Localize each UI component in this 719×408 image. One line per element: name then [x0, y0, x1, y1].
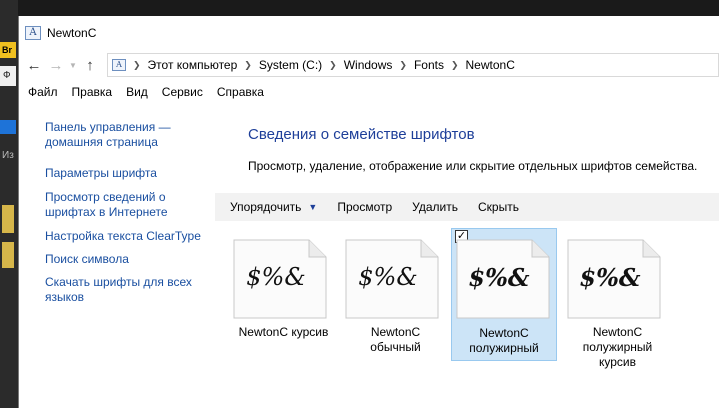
font-item-label: NewtonC обычный [370, 325, 421, 354]
up-arrow-icon: ↑ [86, 56, 94, 74]
sidebar-link-online-font-info[interactable]: Просмотр сведений о шрифтах в Интернете [45, 190, 210, 220]
window-title: NewtonC [47, 26, 97, 40]
background-text-fragment: Из [2, 150, 14, 161]
menu-bar: Файл Правка Вид Сервис Справка [19, 80, 719, 104]
font-file-icon: $%& [456, 239, 551, 319]
forward-arrow-icon: → [48, 56, 64, 74]
font-folder-icon: A [112, 59, 126, 71]
font-file-icon: $%& [233, 239, 328, 319]
hide-button[interactable]: Скрыть [478, 200, 519, 214]
breadcrumb-windows[interactable]: Windows [344, 58, 393, 72]
breadcrumb-fonts[interactable]: Fonts [414, 58, 444, 72]
breadcrumb-separator-icon[interactable]: ❯ [244, 60, 252, 71]
font-sample-text: $%& [246, 263, 306, 291]
font-item-bold[interactable]: ✓ $%& NewtonC полужирный [451, 228, 557, 361]
back-button[interactable]: ← [23, 54, 45, 76]
back-arrow-icon: ← [26, 56, 42, 74]
command-bar: Упорядочить ▼ Просмотр Удалить Скрыть [215, 193, 719, 221]
sidebar-link-find-character[interactable]: Поиск символа [45, 252, 210, 267]
page-title: Сведения о семействе шрифтов [248, 126, 475, 143]
recent-locations-button[interactable]: ▼ [67, 54, 79, 76]
up-button[interactable]: ↑ [79, 54, 101, 76]
font-sample-text: $%& [579, 263, 641, 292]
menu-view[interactable]: Вид [119, 85, 155, 99]
breadcrumb-separator-icon[interactable]: ❯ [399, 60, 407, 71]
preview-button[interactable]: Просмотр [337, 200, 392, 214]
font-file-icon: $%& [567, 239, 662, 319]
address-row: ← → ▼ ↑ A ❯ Этот компьютер ❯ System (C:)… [19, 50, 719, 80]
forward-button[interactable]: → [45, 54, 67, 76]
organize-label: Упорядочить [230, 200, 302, 214]
background-window-strip: Br Ф Из [0, 0, 18, 408]
sidebar-link-font-settings[interactable]: Параметры шрифта [45, 166, 210, 181]
background-app-badge: Br [0, 42, 16, 58]
sidebar-link-cleartype[interactable]: Настройка текста ClearType [45, 229, 210, 244]
breadcrumb-this-pc[interactable]: Этот компьютер [148, 58, 238, 72]
background-folder-icon [2, 205, 14, 233]
menu-file[interactable]: Файл [21, 85, 65, 99]
chevron-down-icon: ▼ [69, 60, 77, 70]
sidebar-link-download-fonts[interactable]: Скачать шрифты для всех языков [45, 275, 210, 305]
page-description: Просмотр, удаление, отображение или скры… [248, 159, 698, 173]
breadcrumb-separator-icon[interactable]: ❯ [133, 60, 141, 71]
background-folder-icon [2, 242, 14, 268]
breadcrumb-system-c[interactable]: System (C:) [259, 58, 322, 72]
font-item-label: NewtonC курсив [238, 325, 329, 339]
menu-edit[interactable]: Правка [65, 85, 120, 99]
breadcrumb-separator-icon[interactable]: ❯ [329, 60, 337, 71]
delete-button[interactable]: Удалить [412, 200, 458, 214]
font-file-icon: $%& [345, 239, 440, 319]
explorer-window: A NewtonC ← → ▼ ↑ A ❯ Этот компьютер ❯ S… [18, 16, 719, 408]
background-blue-fragment [0, 120, 16, 134]
font-item-italic[interactable]: $%& NewtonC курсив [233, 232, 334, 360]
font-sample-text: $%& [358, 263, 418, 291]
background-menu-fragment: Ф [0, 66, 16, 86]
font-folder-icon: A [25, 26, 41, 40]
sidebar: Панель управления — домашняя страница Па… [19, 114, 219, 408]
font-item-regular[interactable]: $%& NewtonC обычный [345, 232, 446, 360]
menu-tools[interactable]: Сервис [155, 85, 210, 99]
address-bar[interactable]: A ❯ Этот компьютер ❯ System (C:) ❯ Windo… [107, 53, 719, 77]
main-content: Сведения о семействе шрифтов Просмотр, у… [215, 114, 719, 408]
menu-help[interactable]: Справка [210, 85, 271, 99]
sidebar-link-control-panel-home[interactable]: Панель управления — домашняя страница [45, 120, 210, 150]
caret-down-icon: ▼ [308, 202, 318, 212]
font-item-bold-italic[interactable]: $%& NewtonC полужирный курсив [567, 232, 668, 369]
font-item-label: NewtonC полужирный [469, 326, 539, 355]
organize-button[interactable]: Упорядочить ▼ [230, 200, 317, 214]
font-item-label: NewtonC полужирный курсив [582, 325, 653, 369]
breadcrumb-newtonc[interactable]: NewtonC [466, 58, 515, 72]
title-bar[interactable]: A NewtonC [19, 16, 719, 50]
desktop-top-edge [0, 0, 719, 16]
breadcrumb-separator-icon[interactable]: ❯ [451, 60, 459, 71]
font-sample-text: $%& [468, 263, 530, 292]
